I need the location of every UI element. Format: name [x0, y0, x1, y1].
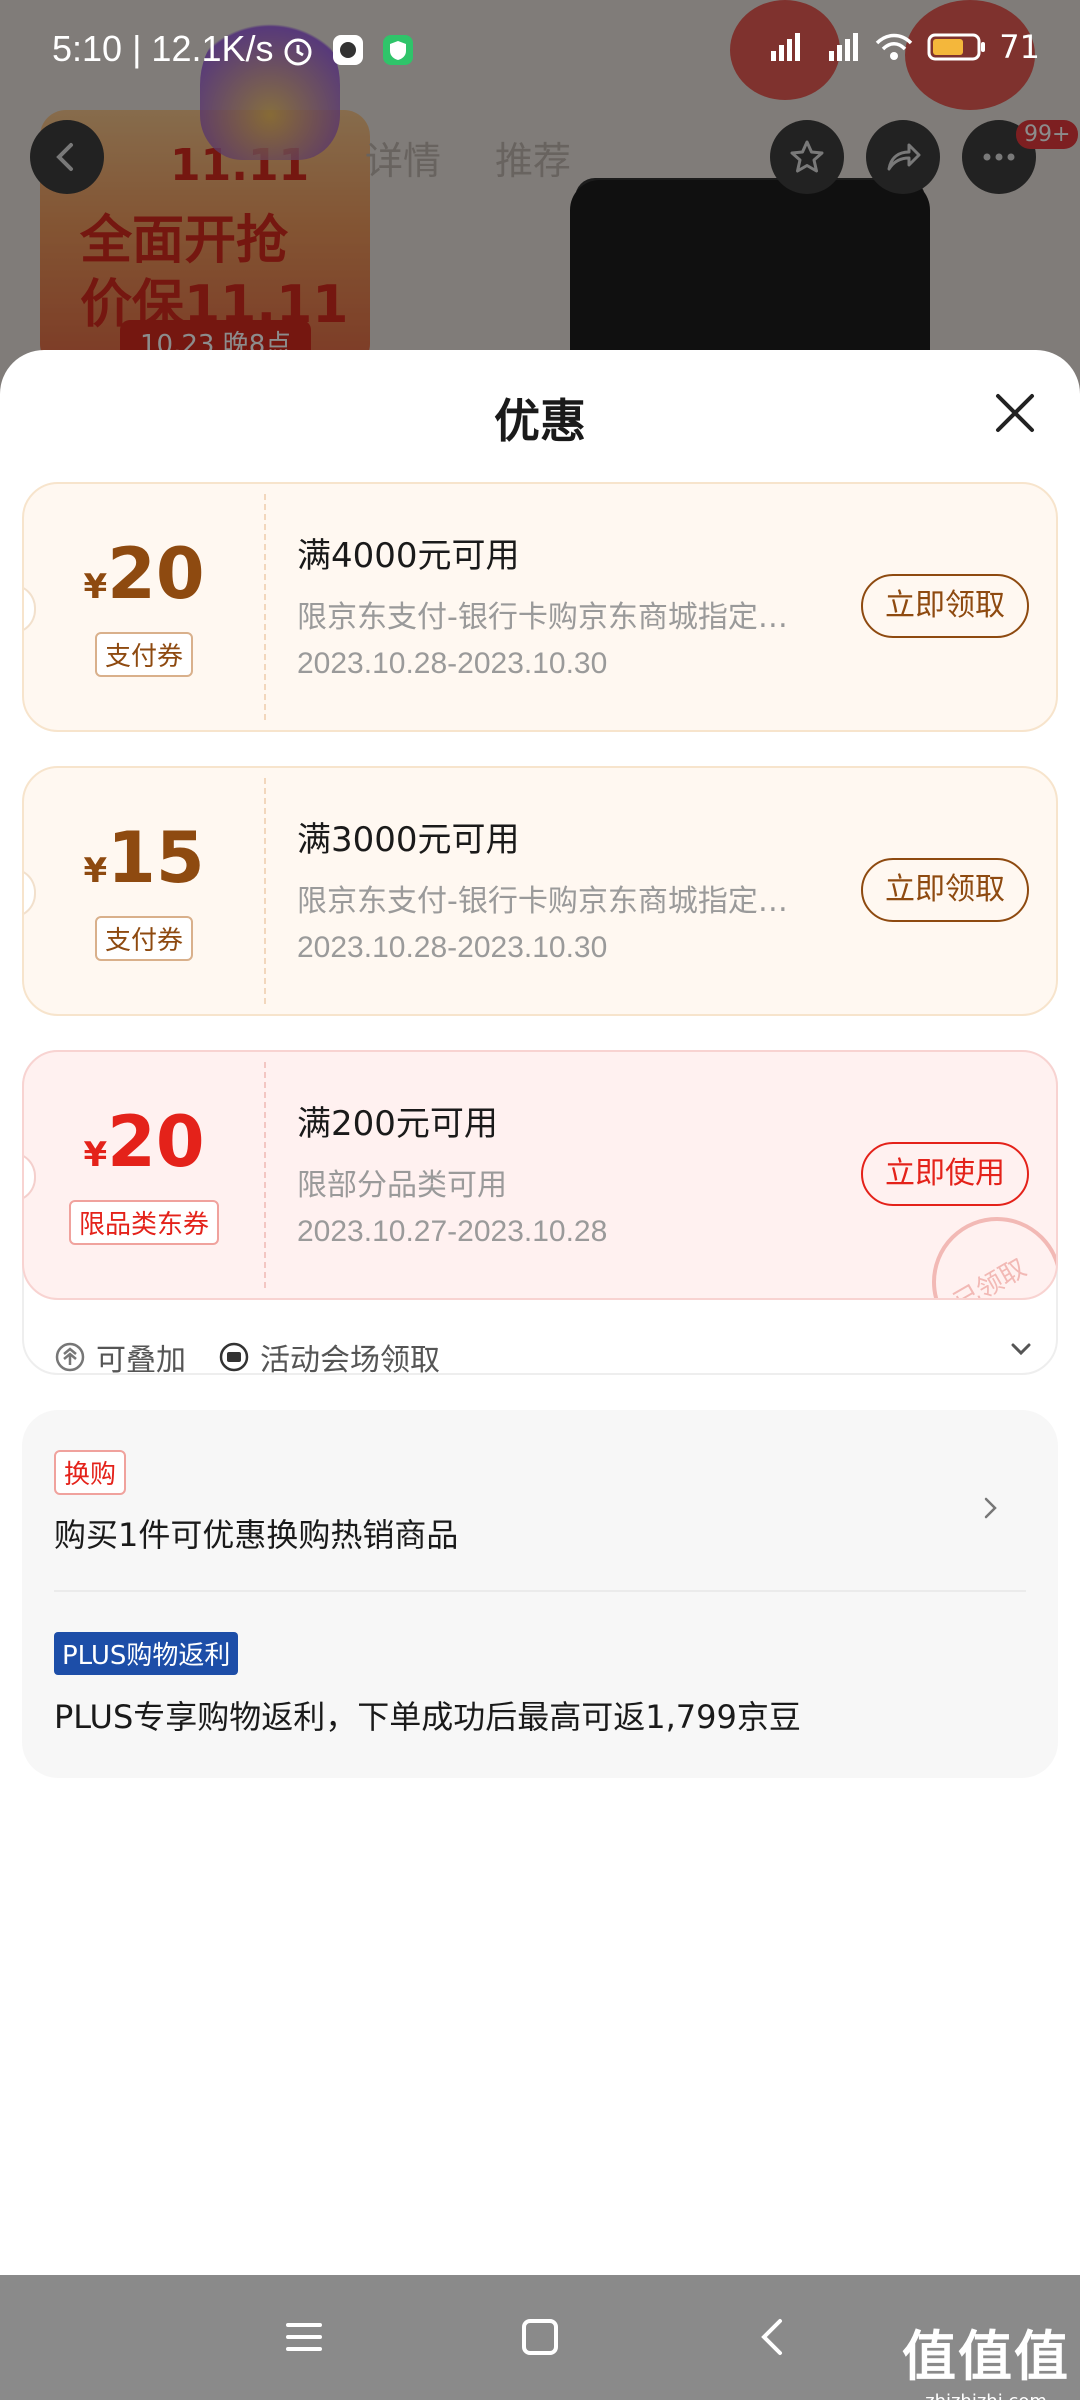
chevron-down-icon[interactable]	[1004, 1332, 1038, 1366]
coupon-card: ¥20 支付券 满4000元可用 限京东支付-银行卡购京东商城指定商品 2023…	[22, 482, 1058, 732]
coupon-dates: 2023.10.28-2023.10.30	[297, 931, 608, 964]
coupon-type-tag: 支付券	[94, 916, 194, 961]
venue-label: 活动会场领取	[260, 1343, 440, 1378]
wifi-icon	[876, 33, 913, 60]
status-bar: 5:10 | 12.1K/s 71	[0, 0, 1080, 100]
battery-icon	[927, 33, 986, 61]
status-left-icons	[280, 32, 416, 68]
currency-symbol: ¥	[83, 567, 108, 607]
status-right-icons: 71	[757, 28, 1040, 66]
coupon-value: 15	[107, 817, 205, 899]
status-time: 5:10 | 12.1K/s	[52, 28, 274, 69]
claimed-stamp-text: 已领取	[948, 1253, 1032, 1300]
claim-button[interactable]: 立即领取	[861, 858, 1029, 922]
stackable-icon	[55, 1342, 85, 1372]
watermark-logo: 值值值	[902, 2325, 1070, 2388]
coupon-threshold: 满200元可用	[297, 1104, 498, 1144]
menu-icon[interactable]	[282, 2315, 326, 2359]
signal-hd-icon	[829, 33, 859, 61]
coupon-dates: 2023.10.27-2023.10.28	[297, 1215, 608, 1248]
back-icon[interactable]	[752, 2315, 796, 2359]
coupon-description: 限京东支付-银行卡购京东商城指定商品	[297, 600, 817, 635]
use-now-button[interactable]: 立即使用	[861, 1142, 1029, 1206]
coupon-threshold: 满4000元可用	[297, 536, 520, 576]
coupon-amount: ¥20	[24, 1107, 264, 1177]
coupon-value: 20	[107, 533, 205, 615]
sheet-title: 优惠	[494, 394, 586, 448]
currency-symbol: ¥	[83, 1135, 108, 1175]
coupon-type-tag: 限品类东券	[68, 1200, 220, 1245]
signal-hd-icon	[771, 33, 801, 61]
currency-symbol: ¥	[83, 851, 108, 891]
coupon-description: 限京东支付-银行卡购京东商城指定商品	[297, 884, 817, 919]
home-icon[interactable]	[518, 2315, 562, 2359]
ticket-icon	[219, 1342, 249, 1372]
watermark-url: zhizhizhi.com	[902, 2391, 1070, 2400]
exchange-tag: 换购	[54, 1450, 127, 1495]
coupon-meta-row: 可叠加 活动会场领取	[54, 1335, 462, 1379]
coupon-threshold: 满3000元可用	[297, 820, 520, 860]
coupon-description: 限部分品类可用	[297, 1168, 507, 1203]
claimed-stamp: 已领取	[932, 1217, 1056, 1300]
battery-level: 71	[999, 28, 1040, 66]
divider	[54, 1590, 1026, 1592]
coupon-dates: 2023.10.28-2023.10.30	[297, 647, 608, 680]
promotions-panel: 换购 购买1件可优惠换购热销商品 PLUS购物返利 PLUS专享购物返利，下单成…	[22, 1410, 1058, 1778]
shield-icon	[383, 35, 413, 65]
coupon-value: 20	[107, 1101, 205, 1183]
coupon-amount: ¥15	[24, 823, 264, 893]
coupon-card: ¥15 支付券 满3000元可用 限京东支付-银行卡购京东商城指定商品 2023…	[22, 766, 1058, 1016]
coupon-group: ¥20 限品类东券 满200元可用 限部分品类可用 2023.10.27-202…	[22, 1050, 1058, 1378]
close-icon	[996, 394, 1034, 432]
chevron-right-icon[interactable]	[972, 1490, 1008, 1526]
coupon-card: ¥20 限品类东券 满200元可用 限部分品类可用 2023.10.27-202…	[22, 1050, 1058, 1300]
coupon-type-tag: 支付券	[94, 632, 194, 677]
plus-tag: PLUS购物返利	[54, 1632, 239, 1675]
app-notification-icon	[333, 35, 363, 65]
exchange-offer[interactable]: 购买1件可优惠换购热销商品	[54, 1510, 458, 1556]
alarm-icon	[284, 38, 312, 66]
coupon-amount: ¥20	[24, 539, 264, 609]
close-button[interactable]	[990, 388, 1040, 438]
watermark: 值值值 zhizhizhi.com	[902, 2312, 1070, 2400]
stackable-label: 可叠加	[96, 1343, 186, 1378]
plus-rebate-text: PLUS专享购物返利，下单成功后最高可返1,799京豆	[54, 1698, 801, 1736]
claim-button[interactable]: 立即领取	[861, 574, 1029, 638]
offers-sheet: 优惠 ¥20 支付券 满4000元可用 限京东支付-银行卡购京东商城指定商品 2…	[0, 350, 1080, 2275]
